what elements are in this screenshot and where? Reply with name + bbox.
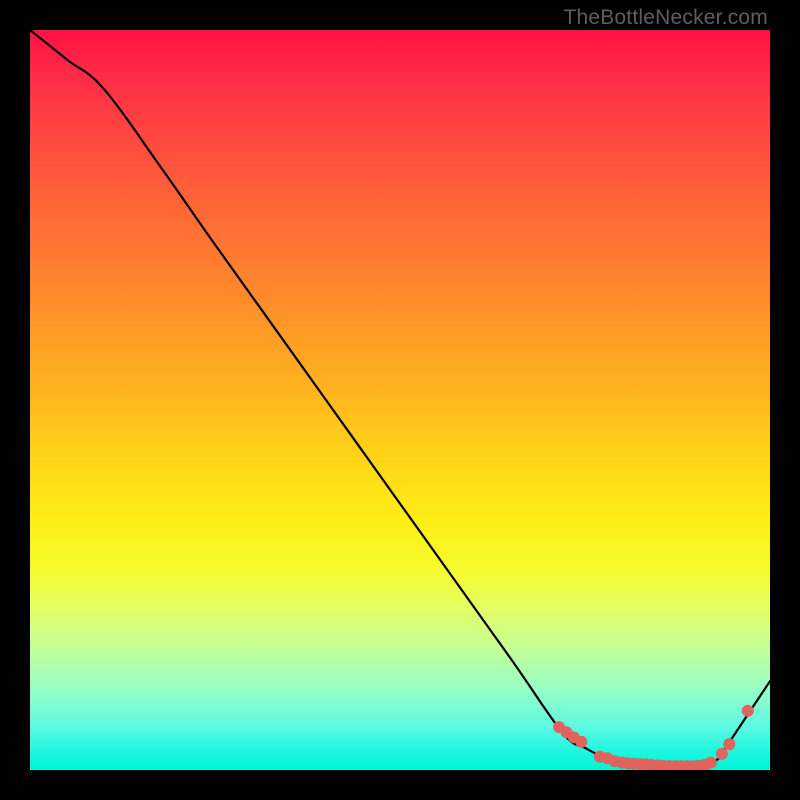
bottleneck-curve	[30, 30, 770, 767]
marker-dot	[742, 705, 754, 717]
marker-group	[553, 705, 754, 770]
curve-layer	[30, 30, 770, 770]
marker-dot	[716, 748, 728, 760]
marker-dot	[723, 738, 735, 750]
marker-dot	[705, 757, 717, 769]
plot-area	[30, 30, 770, 770]
chart-container: TheBottleNecker.com	[0, 0, 800, 800]
marker-dot	[575, 736, 587, 748]
attribution-text: TheBottleNecker.com	[563, 6, 768, 30]
